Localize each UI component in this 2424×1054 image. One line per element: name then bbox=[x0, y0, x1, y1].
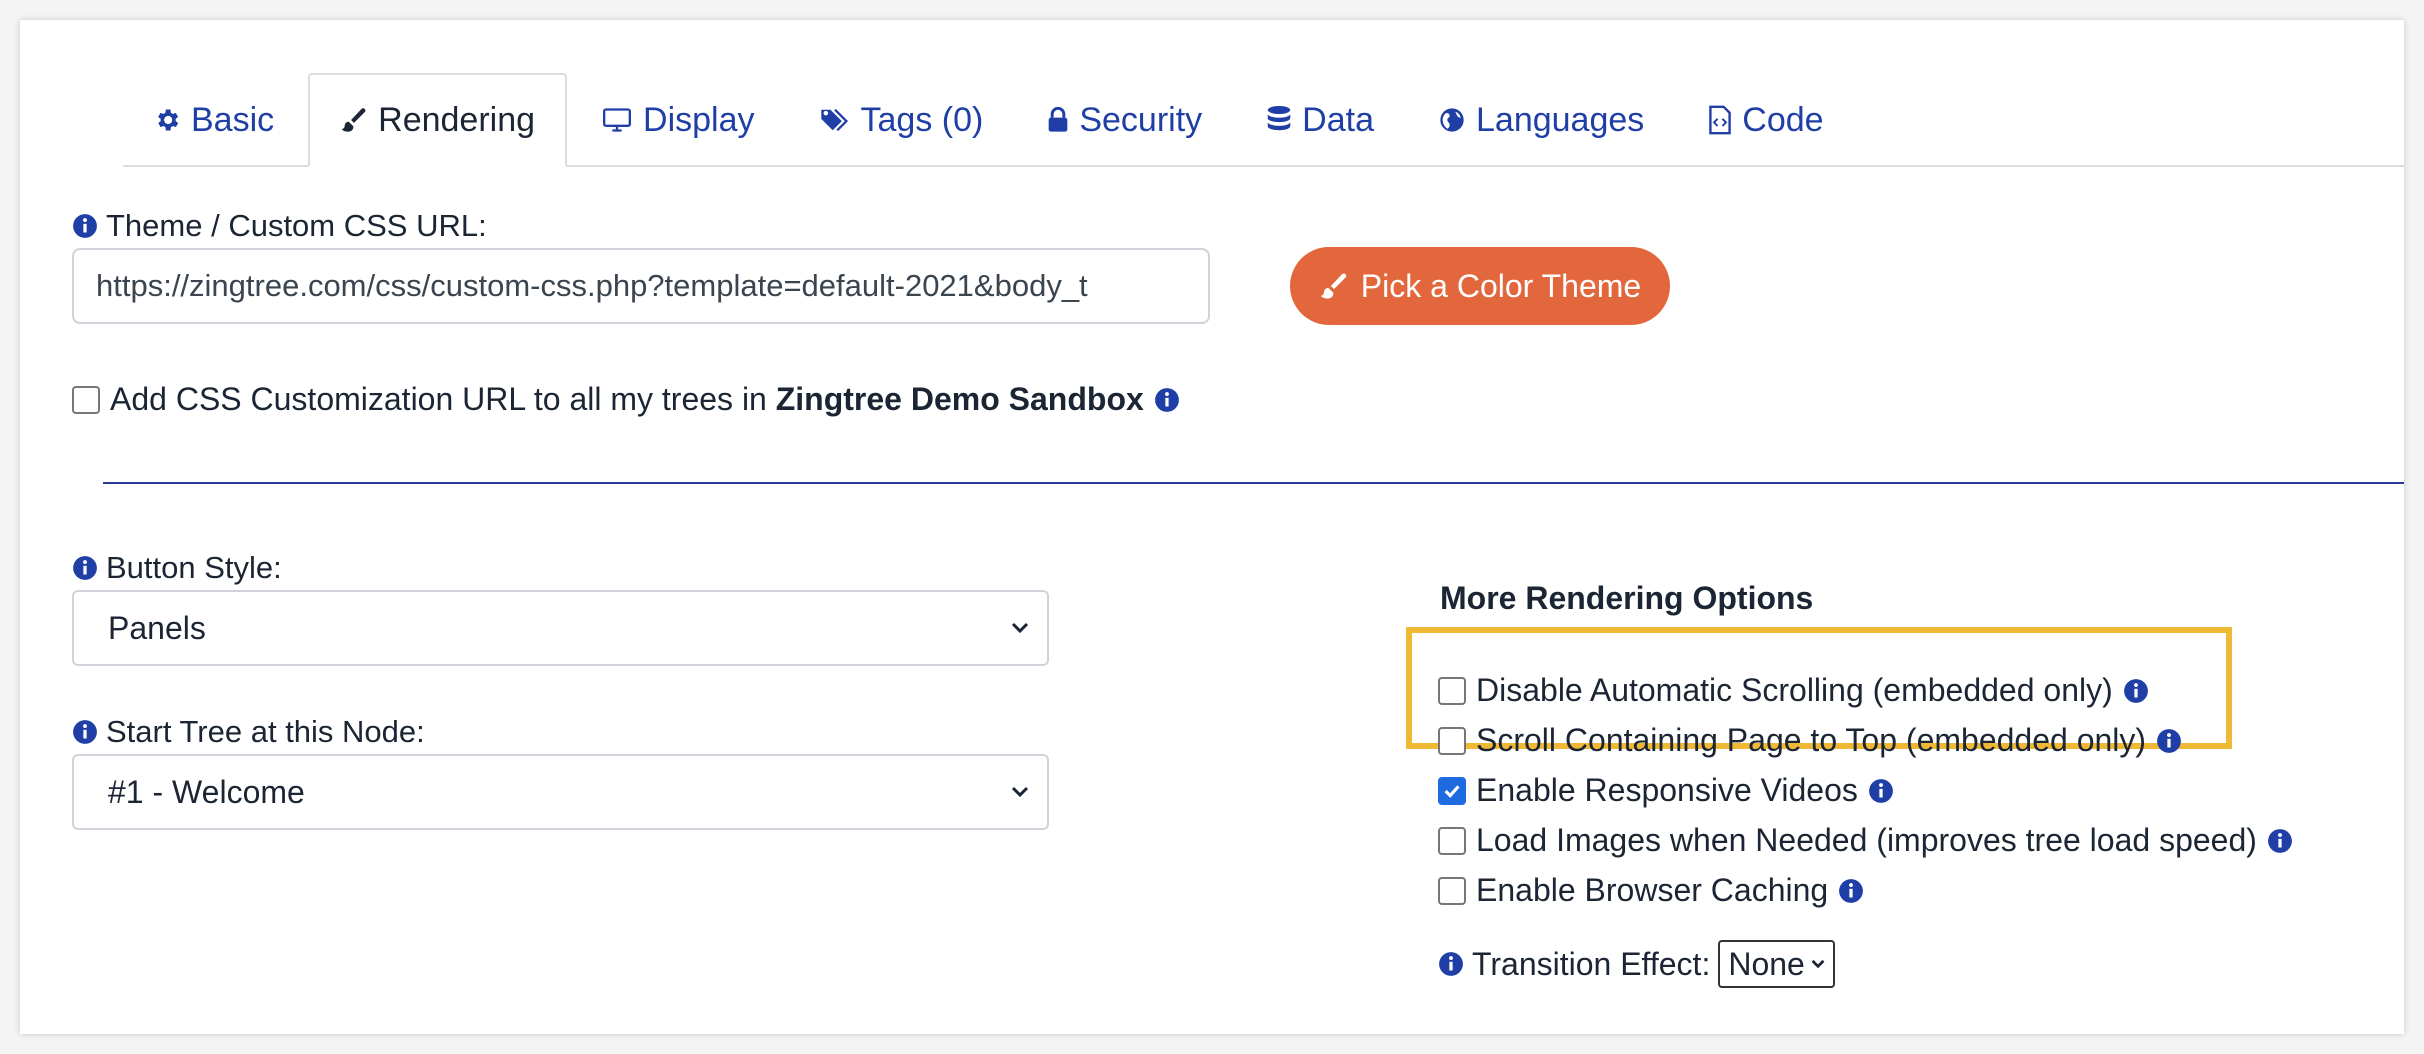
section-divider bbox=[103, 482, 2404, 484]
button-style-label: Button Style: bbox=[72, 550, 282, 586]
tab-label: Display bbox=[643, 100, 755, 139]
info-icon[interactable] bbox=[72, 555, 98, 581]
paintbrush-icon bbox=[1319, 271, 1349, 301]
tab-security[interactable]: Security bbox=[1017, 75, 1232, 165]
info-icon[interactable] bbox=[2123, 678, 2149, 704]
more-rendering-options-title: More Rendering Options bbox=[1440, 580, 1814, 616]
info-icon[interactable] bbox=[1868, 778, 1894, 804]
transition-effect-row: Transition Effect: None bbox=[1438, 940, 1835, 988]
monitor-icon bbox=[601, 106, 633, 134]
apply-css-all-trees-checkbox[interactable] bbox=[72, 385, 100, 414]
transition-effect-select[interactable]: None bbox=[1718, 940, 1835, 988]
info-icon[interactable] bbox=[72, 719, 98, 745]
tab-bar: Basic Rendering Display Tags (0) Securit… bbox=[123, 54, 2404, 167]
responsive-videos-checkbox[interactable] bbox=[1438, 776, 1466, 805]
chevron-down-icon bbox=[1011, 786, 1029, 798]
tab-display[interactable]: Display bbox=[571, 75, 784, 165]
tab-languages[interactable]: Languages bbox=[1408, 75, 1674, 165]
start-node-select[interactable]: #1 - Welcome bbox=[72, 754, 1049, 830]
tab-data[interactable]: Data bbox=[1236, 75, 1404, 165]
disable-auto-scrolling-checkbox[interactable] bbox=[1438, 676, 1466, 705]
settings-panel: Basic Rendering Display Tags (0) Securit… bbox=[20, 20, 2404, 1034]
globe-icon bbox=[1438, 106, 1466, 134]
option-responsive-videos: Enable Responsive Videos bbox=[1438, 772, 1894, 809]
organization-name: Zingtree Demo Sandbox bbox=[775, 381, 1144, 417]
tab-label: Basic bbox=[191, 100, 275, 139]
info-icon[interactable] bbox=[2267, 828, 2293, 854]
info-icon[interactable] bbox=[72, 213, 98, 239]
tags-icon bbox=[819, 106, 851, 134]
info-icon[interactable] bbox=[1438, 951, 1464, 977]
chevron-down-icon bbox=[1011, 622, 1029, 634]
lock-icon bbox=[1047, 106, 1069, 134]
tab-label: Languages bbox=[1476, 100, 1645, 139]
tab-rendering[interactable]: Rendering bbox=[308, 73, 568, 167]
gear-icon bbox=[153, 106, 181, 134]
transition-effect-label: Transition Effect: bbox=[1472, 945, 1711, 982]
button-style-select[interactable]: Panels bbox=[72, 590, 1049, 666]
info-icon[interactable] bbox=[1838, 878, 1864, 904]
apply-css-all-trees-row: Add CSS Customization URL to all my tree… bbox=[72, 381, 1180, 418]
tab-label: Security bbox=[1079, 100, 1203, 139]
tab-label: Tags (0) bbox=[860, 100, 984, 139]
tab-label: Data bbox=[1302, 100, 1374, 139]
theme-css-url-label: Theme / Custom CSS URL: bbox=[72, 208, 487, 244]
tab-label: Rendering bbox=[378, 100, 536, 139]
tab-code[interactable]: Code bbox=[1678, 75, 1853, 165]
info-icon[interactable] bbox=[1154, 387, 1180, 413]
tab-tags[interactable]: Tags (0) bbox=[789, 75, 1014, 165]
code-file-icon bbox=[1708, 105, 1732, 135]
option-browser-caching: Enable Browser Caching bbox=[1438, 872, 1864, 909]
load-images-when-needed-checkbox[interactable] bbox=[1438, 826, 1466, 855]
browser-caching-checkbox[interactable] bbox=[1438, 876, 1466, 905]
chevron-down-icon bbox=[1811, 959, 1825, 969]
tab-basic[interactable]: Basic bbox=[123, 75, 304, 165]
option-load-images-when-needed: Load Images when Needed (improves tree l… bbox=[1438, 822, 2293, 859]
start-node-label: Start Tree at this Node: bbox=[72, 714, 425, 750]
apply-css-all-trees-label: Add CSS Customization URL to all my tree… bbox=[110, 381, 1144, 417]
database-icon bbox=[1266, 105, 1292, 135]
option-scroll-page-to-top: Scroll Containing Page to Top (embedded … bbox=[1438, 722, 2182, 759]
paintbrush-icon bbox=[340, 106, 368, 134]
tab-label: Code bbox=[1742, 100, 1824, 139]
option-disable-auto-scrolling: Disable Automatic Scrolling (embedded on… bbox=[1438, 672, 2149, 709]
scroll-page-to-top-checkbox[interactable] bbox=[1438, 726, 1466, 755]
theme-css-url-input[interactable] bbox=[72, 248, 1210, 324]
info-icon[interactable] bbox=[2156, 728, 2182, 754]
pick-color-theme-button[interactable]: Pick a Color Theme bbox=[1290, 247, 1670, 325]
